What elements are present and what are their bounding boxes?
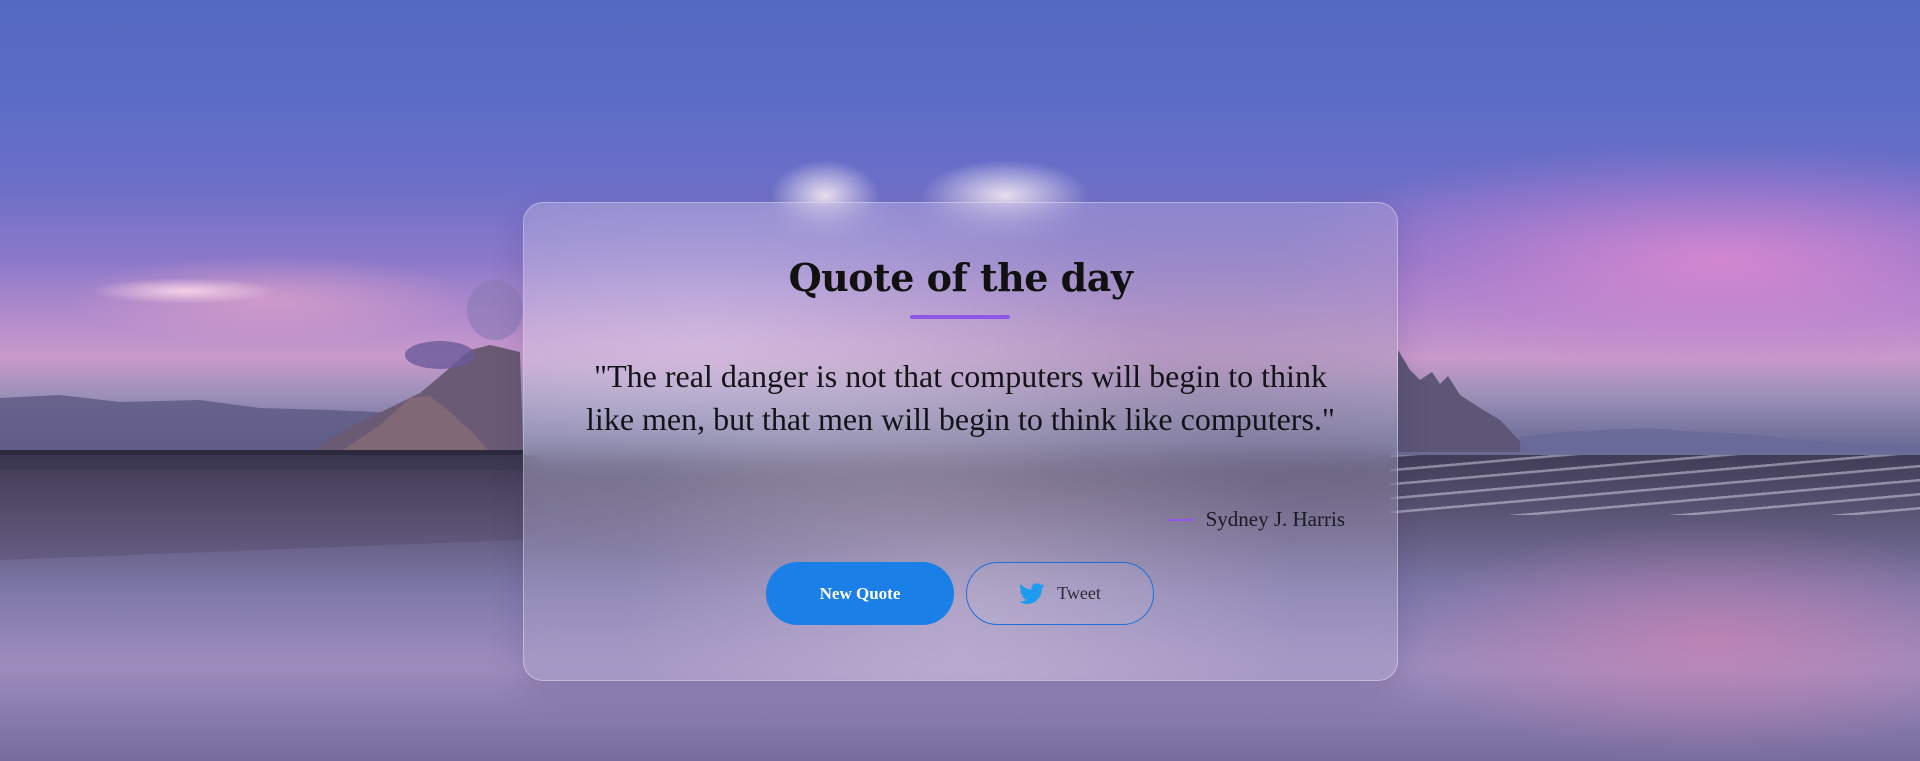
page-title: Quote of the day bbox=[788, 255, 1133, 300]
quote-author: Sydney J. Harris bbox=[1205, 507, 1345, 531]
tweet-label: Tweet bbox=[1057, 583, 1101, 603]
twitter-icon bbox=[1019, 582, 1045, 604]
ocean-waves bbox=[1390, 455, 1920, 515]
author-row: Sydney J. Harris bbox=[1167, 507, 1345, 532]
pink-reflection bbox=[1400, 520, 1920, 761]
new-quote-button[interactable]: New Quote bbox=[766, 562, 954, 625]
author-dash bbox=[1167, 518, 1194, 521]
background-scene: Quote of the day "The real danger is not… bbox=[0, 0, 1920, 761]
card-content: Quote of the day "The real danger is not… bbox=[524, 203, 1397, 680]
title-underline bbox=[910, 315, 1010, 319]
quote-text: "The real danger is not that computers w… bbox=[586, 358, 1335, 437]
tweet-button[interactable]: Tweet bbox=[966, 562, 1154, 625]
quote-card: Quote of the day "The real danger is not… bbox=[523, 202, 1398, 681]
